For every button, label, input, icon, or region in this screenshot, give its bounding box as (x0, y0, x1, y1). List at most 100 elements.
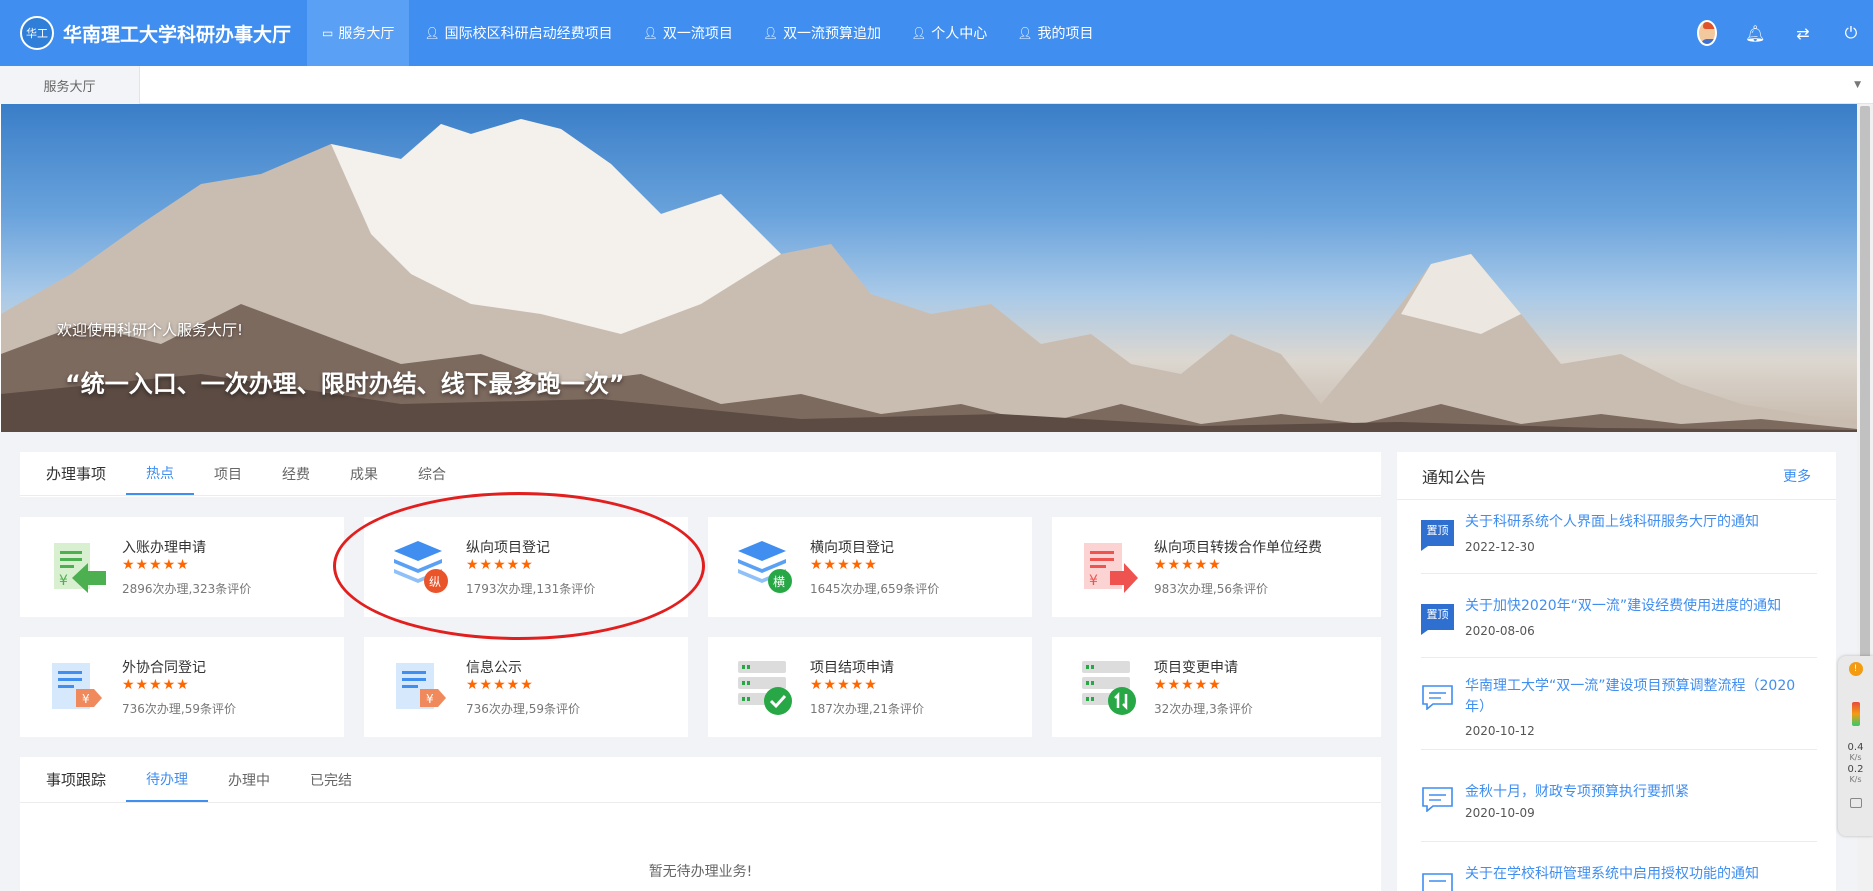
service-card-project-change[interactable]: 项目变更申请 ★★★★★ 32次办理,3条评价 (1052, 637, 1381, 737)
download-speed: 0.2 (1847, 764, 1864, 775)
layers-horizontal-icon: 横 (738, 541, 792, 593)
main-nav: ▭ 服务大厅 👤︎ 国际校区科研启动经费项目 👤︎ 双一流项目 👤︎ 双一流预算追加 👤… (307, 0, 1109, 66)
service-card-transfer-funds[interactable]: ¥ 纵向项目转拨合作单位经费 ★★★★★ 983次办理,56条评价 (1052, 517, 1381, 617)
welcome-text: 欢迎使用科研个人服务大厅! (57, 321, 244, 339)
badge-heng: 横 (773, 575, 785, 589)
power-icon[interactable]: ⏻ (1841, 23, 1861, 43)
tab-achievements[interactable]: 成果 (330, 452, 398, 495)
user-icon: 👤︎ (1017, 26, 1033, 40)
upload-speed: 0.4 (1847, 742, 1864, 753)
user-icon: 👤︎ (911, 26, 927, 40)
top-right-tools: 🔔︎ ⇄ ⏻ (1697, 0, 1873, 66)
service-name: 项目结项申请 (810, 660, 894, 676)
rating-stars: ★★★★★ (810, 677, 878, 693)
notice-item[interactable]: 关于在学校科研管理系统中启用授权功能的通知 (1421, 864, 1817, 891)
tracking-card: 事项跟踪 待办理 办理中 已完结 暂无待办理业务! (20, 757, 1381, 891)
notice-item-title[interactable]: 金秋十月，财政专项预算执行要抓紧 (1465, 782, 1815, 803)
message-icon (1422, 685, 1453, 710)
transfer-money-icon: ¥ (1084, 543, 1138, 593)
notice-item-date: 2020-10-09 (1465, 806, 1535, 820)
network-speed-widget[interactable]: ! 0.4 K/s 0.2 K/s (1838, 656, 1873, 836)
pinned-badge: 置顶 (1421, 604, 1454, 635)
notice-item[interactable]: 华南理工大学“双一流”建设项目预算调整流程（2020年） 2020-10-12 (1421, 676, 1817, 750)
rating-stars: ★★★★★ (1154, 677, 1222, 693)
notice-item-title[interactable]: 华南理工大学“双一流”建设项目预算调整流程（2020年） (1465, 676, 1815, 718)
svg-text:¥: ¥ (82, 692, 90, 706)
hero-banner: 欢迎使用科研个人服务大厅! “统一入口、一次办理、限时办结、线下最多跑一次” (1, 104, 1857, 432)
contract-icon: ¥ (52, 663, 102, 709)
tracking-tabs: 事项跟踪 待办理 办理中 已完结 (20, 757, 1381, 803)
pinned-badge: 置顶 (1421, 520, 1454, 551)
university-logo: 华工 (20, 16, 54, 50)
tab-in-progress[interactable]: 办理中 (208, 757, 290, 802)
svg-text:¥: ¥ (59, 573, 68, 589)
server-check-icon (738, 661, 792, 715)
service-card-entry[interactable]: ¥ 入账办理申请 ★★★★★ 2896次办理,323条评价 (20, 517, 344, 617)
open-tabs-bar: 服务大厅 ▼ (0, 66, 1873, 104)
user-icon: 👤︎ (642, 26, 658, 40)
service-stats: 1645次办理,659条评价 (810, 582, 940, 596)
service-stats: 2896次办理,323条评价 (122, 582, 252, 596)
notice-item[interactable]: 置顶 关于科研系统个人界面上线科研服务大厅的通知 2022-12-30 (1421, 512, 1817, 574)
more-link[interactable]: 更多 (1783, 466, 1811, 486)
service-stats: 187次办理,21条评价 (810, 702, 924, 716)
rating-stars: ★★★★★ (466, 677, 534, 693)
service-name: 横向项目登记 (810, 540, 894, 556)
handling-tabs: 办理事项 热点 项目 经费 成果 综合 (20, 452, 1381, 496)
service-stats: 736次办理,59条评价 (466, 702, 580, 716)
open-tab-service-hall[interactable]: 服务大厅 (0, 66, 140, 104)
monitor-icon: ▭ (322, 26, 334, 40)
service-card-external-contract[interactable]: ¥ 外协合同登记 ★★★★★ 736次办理,59条评价 (20, 637, 344, 737)
notice-item-date: 2022-12-30 (1465, 540, 1535, 554)
tab-project[interactable]: 项目 (194, 452, 262, 495)
bell-icon[interactable]: 🔔︎ (1745, 24, 1765, 43)
tab-hot[interactable]: 热点 (126, 452, 195, 495)
rating-stars: ★★★★★ (1154, 557, 1222, 573)
tab-completed[interactable]: 已完结 (290, 757, 372, 802)
scrollbar-thumb[interactable] (1860, 106, 1870, 746)
svg-text:¥: ¥ (426, 692, 434, 706)
service-name: 外协合同登记 (122, 660, 206, 676)
nav-intl-campus-projects[interactable]: 👤︎ 国际校区科研启动经费项目 (409, 0, 627, 66)
nav-personal-center[interactable]: 👤︎ 个人中心 (896, 0, 1002, 66)
empty-message: 暂无待办理业务! (648, 864, 753, 880)
notice-item-title[interactable]: 关于在学校科研管理系统中启用授权功能的通知 (1465, 864, 1815, 885)
shuffle-icon[interactable]: ⇄ (1793, 24, 1813, 43)
upload-speed-unit: K/s (1849, 753, 1862, 762)
service-name: 项目变更申请 (1154, 660, 1238, 676)
rating-stars: ★★★★★ (810, 557, 878, 573)
service-card-publicity[interactable]: ¥ 信息公示 ★★★★★ 736次办理,59条评价 (364, 637, 688, 737)
camera-icon[interactable] (1849, 798, 1862, 808)
service-stats: 983次办理,56条评价 (1154, 582, 1268, 596)
nav-my-projects[interactable]: 👤︎ 我的项目 (1002, 0, 1108, 66)
service-card-horizontal-project[interactable]: 横 横向项目登记 ★★★★★ 1645次办理,659条评价 (708, 517, 1032, 617)
notice-title: 通知公告 (1422, 467, 1487, 487)
download-speed-unit: K/s (1849, 775, 1862, 784)
server-change-icon (1082, 661, 1136, 715)
chevron-down-icon[interactable]: ▼ (1854, 80, 1861, 90)
red-annotation-ellipse (333, 492, 705, 640)
service-name: 纵向项目转拨合作单位经费 (1154, 540, 1322, 556)
publicity-icon: ¥ (396, 663, 446, 709)
rating-stars: ★★★★★ (122, 677, 190, 693)
notice-item-title[interactable]: 关于科研系统个人界面上线科研服务大厅的通知 (1465, 512, 1815, 533)
entry-money-icon: ¥ (54, 543, 106, 593)
nav-double-first-class[interactable]: 👤︎ 双一流项目 (628, 0, 748, 66)
rating-stars: ★★★★★ (122, 557, 190, 573)
notice-item-date: 2020-10-12 (1465, 724, 1535, 738)
service-stats: 32次办理,3条评价 (1154, 702, 1253, 716)
user-icon: 👤︎ (762, 26, 779, 40)
avatar[interactable] (1697, 20, 1717, 46)
tab-pending[interactable]: 待办理 (126, 757, 209, 802)
service-card-project-closing[interactable]: 项目结项申请 ★★★★★ 187次办理,21条评价 (708, 637, 1032, 737)
alert-icon: ! (1848, 662, 1863, 676)
tab-funds[interactable]: 经费 (262, 452, 330, 495)
top-navbar: 华工 华南理工大学科研办事大厅 ▭ 服务大厅 👤︎ 国际校区科研启动经费项目 👤︎ 双… (0, 0, 1873, 66)
notice-item-title[interactable]: 关于加快2020年“双一流”建设经费使用进度的通知 (1465, 596, 1815, 617)
notice-panel: 通知公告 更多 置顶 关于科研系统个人界面上线科研服务大厅的通知 2022-12… (1397, 452, 1836, 891)
notice-item[interactable]: 置顶 关于加快2020年“双一流”建设经费使用进度的通知 2020-08-06 (1421, 596, 1817, 658)
notice-item[interactable]: 金秋十月，财政专项预算执行要抓紧 2020-10-09 (1421, 782, 1817, 842)
tab-general[interactable]: 综合 (398, 452, 466, 495)
nav-budget-addition[interactable]: 👤︎ 双一流预算追加 (748, 0, 896, 66)
nav-service-hall[interactable]: ▭ 服务大厅 (307, 0, 410, 66)
